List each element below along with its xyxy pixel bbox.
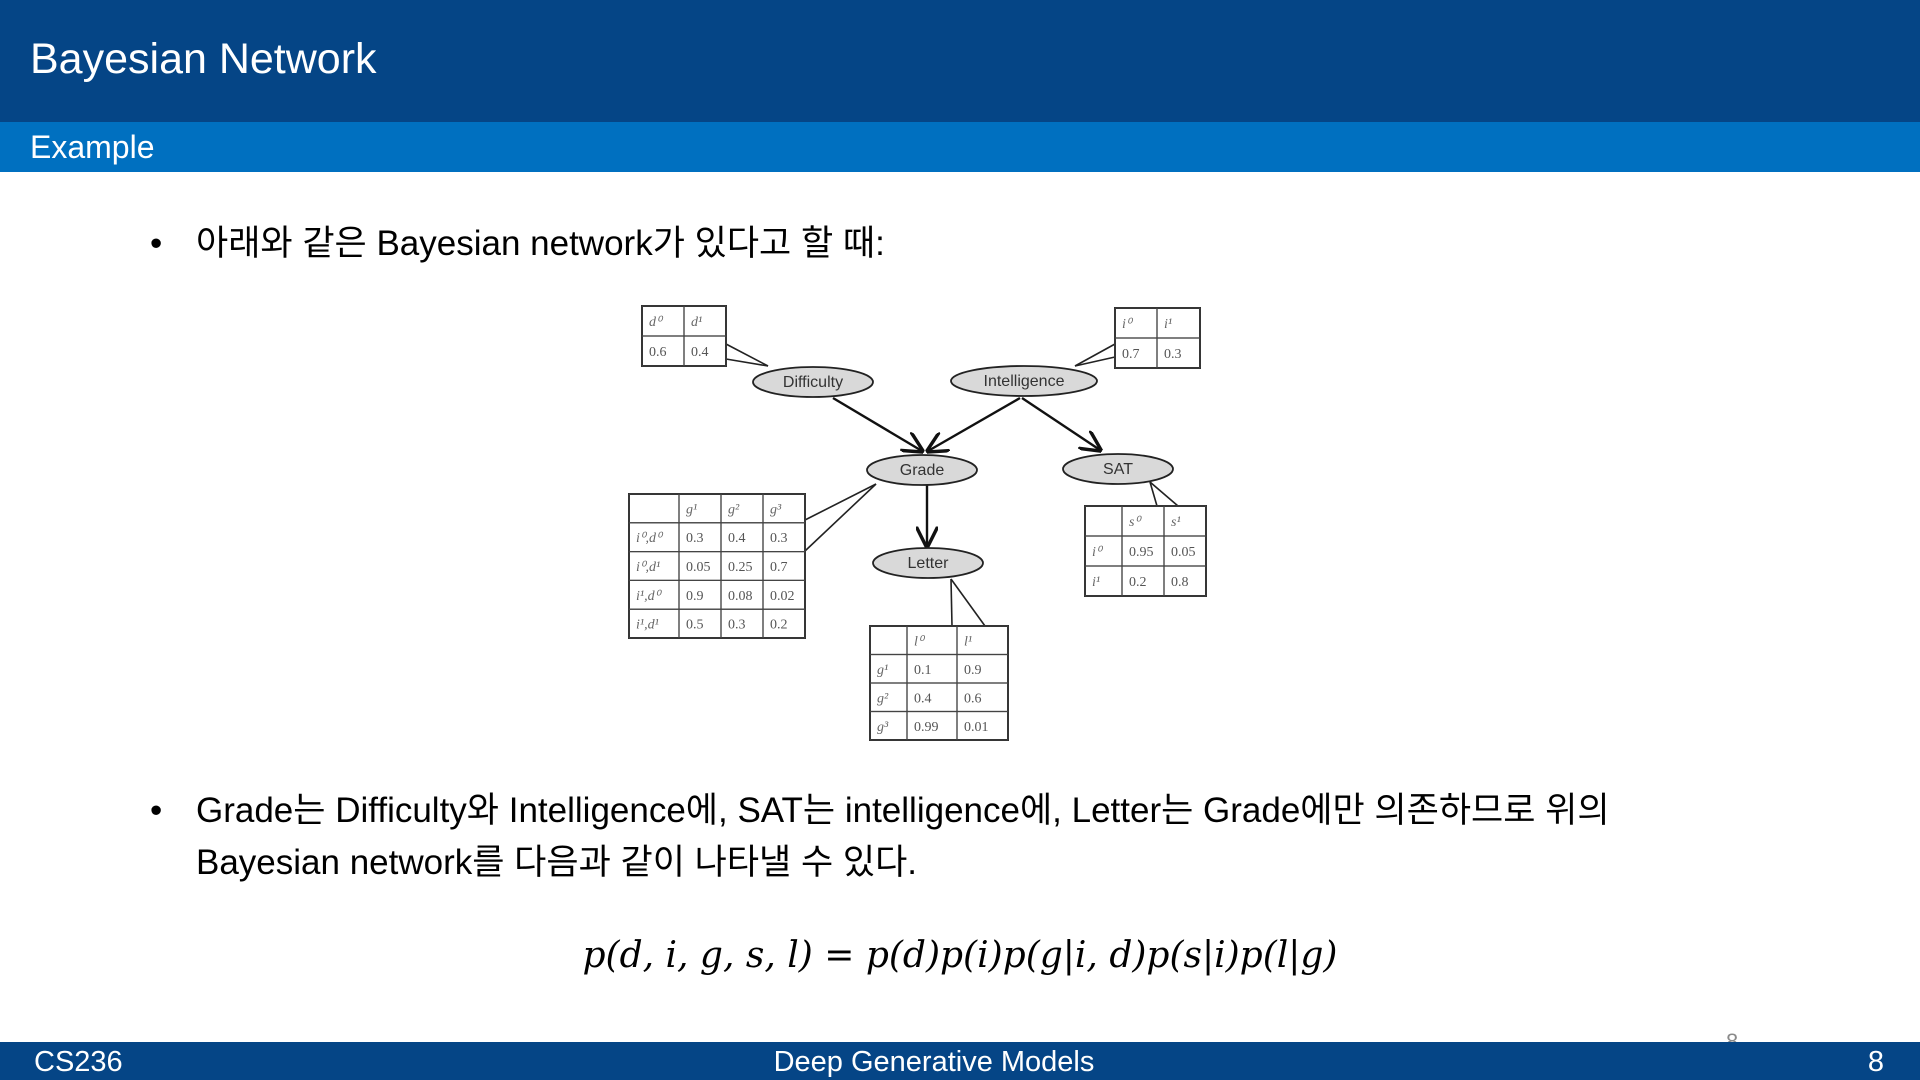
table-value-cell: 0.08 [728,589,753,604]
table-value-cell: 0.4 [728,531,746,546]
edge-difficulty-grade [832,396,922,451]
edge-intelligence-sat [1021,397,1100,450]
table-value-cell: 0.4 [691,345,709,360]
table-header-cell: i⁰,d⁰ [636,531,664,546]
table-value-cell: 0.2 [770,618,788,633]
cpt-table-sat: s⁰ s¹i⁰ 0.95 0.05i¹ 0.2 0.8 [1084,505,1207,597]
joint-probability-formula: p(d, i, g, s, l) = p(d)p(i)p(g|i, d)p(s|… [582,935,1338,976]
edge-intelligence-grade [928,396,1021,451]
node-label: Letter [908,555,950,572]
table-value-cell: 0.7 [1122,347,1140,362]
table-value-cell: 0.5 [686,618,704,633]
footer-bar: CS236 Deep Generative Models 8 [0,1042,1920,1080]
table-value-cell: 0.01 [964,720,989,735]
table-header-cell: i¹,d¹ [636,618,659,633]
table-value-cell: 0.8 [1171,575,1189,590]
table-value-cell: 0.99 [914,720,939,735]
table-header-cell: i⁰,d¹ [636,560,660,575]
table-value-cell: 0.05 [1171,545,1196,560]
table-value-cell: 0.6 [649,345,667,360]
node-letter: Letter [872,547,984,579]
node-difficulty: Difficulty [752,366,874,398]
table-header-cell: g¹ [686,502,697,517]
node-label: Grade [900,462,945,479]
slide-subtitle: Example [30,129,155,165]
table-value-cell: 0.1 [914,663,932,678]
table-value-cell: 0.9 [686,589,704,604]
callout-intelligence-2 [1074,356,1116,367]
table-header-cell: g³ [770,502,782,517]
table-header-cell: i¹ [1092,575,1100,590]
table-value-cell: 0.05 [686,560,711,575]
table-value-cell: 0.4 [914,691,932,706]
table-value-cell: 0.6 [964,691,982,706]
cpt-table-letter: l⁰ l¹g¹ 0.1 0.9g² 0.4 0.6g³ 0.99 0.01 [869,625,1009,741]
callout-grade-1 [804,483,877,521]
table-value-cell: 0.2 [1129,575,1147,590]
table-value-cell: 0.95 [1129,545,1154,560]
bullet-marker: • [150,791,163,830]
table-value-cell: 0.7 [770,560,788,575]
node-label: Difficulty [783,374,843,391]
node-grade: Grade [866,454,978,486]
table-header-cell: i¹ [1164,317,1172,332]
table-value-cell: 0.3 [770,531,788,546]
callout-intelligence-1 [1074,343,1116,367]
table-value-cell: 0.25 [728,560,753,575]
footer-title: Deep Generative Models [773,1046,1095,1078]
bullet-marker: • [150,224,163,263]
callout-letter-2 [950,578,986,627]
table-header-cell: g³ [877,720,889,735]
bullet-text: 아래와 같은 Bayesian network가 있다고 할 때: [196,224,885,263]
cpt-table-grade: g¹ g² g³ i⁰,d⁰ 0.3 0.4 0.3 i⁰,d¹ 0.05 0.25 0.7 i¹,d… [628,493,806,639]
title-bar: Bayesian Network [0,0,1920,122]
node-label: Intelligence [984,373,1065,390]
table-value-cell: 0.3 [686,531,704,546]
bullet-intro: • 아래와 같은 Bayesian network가 있다고 할 때: [150,218,1850,270]
table-value-cell: 0.3 [728,618,746,633]
table-value-cell: 0.02 [770,589,795,604]
callout-grade-2 [804,483,877,552]
subtitle-bar: Example [0,122,1920,172]
table-value-cell: 0.3 [1164,347,1182,362]
cpt-table-intelligence: i⁰ i¹0.7 0.3 [1114,307,1201,369]
table-header-cell: g² [728,502,740,517]
node-label: SAT [1103,461,1133,478]
node-sat: SAT [1062,453,1174,485]
table-header-cell: s¹ [1171,515,1181,530]
slide-title: Bayesian Network [30,35,377,83]
bullet-explanation: • Grade는 Difficulty와 Intelligence에, SAT는… [150,785,1710,895]
table-header-cell: l¹ [964,634,972,649]
node-intelligence: Intelligence [950,365,1098,397]
table-header-cell: g² [877,691,889,706]
table-header-cell: g¹ [877,663,888,678]
cpt-table-difficulty: d⁰ d¹0.6 0.4 [641,305,727,367]
callout-letter-1 [950,578,953,627]
footer-page-number: 8 [1867,1046,1884,1078]
table-value-cell: 0.9 [964,663,982,678]
table-header-cell: i¹,d⁰ [636,589,663,604]
bullet-text: Grade는 Difficulty와 Intelligence에, SAT는 i… [196,791,1610,882]
table-header-cell: d¹ [691,315,702,330]
